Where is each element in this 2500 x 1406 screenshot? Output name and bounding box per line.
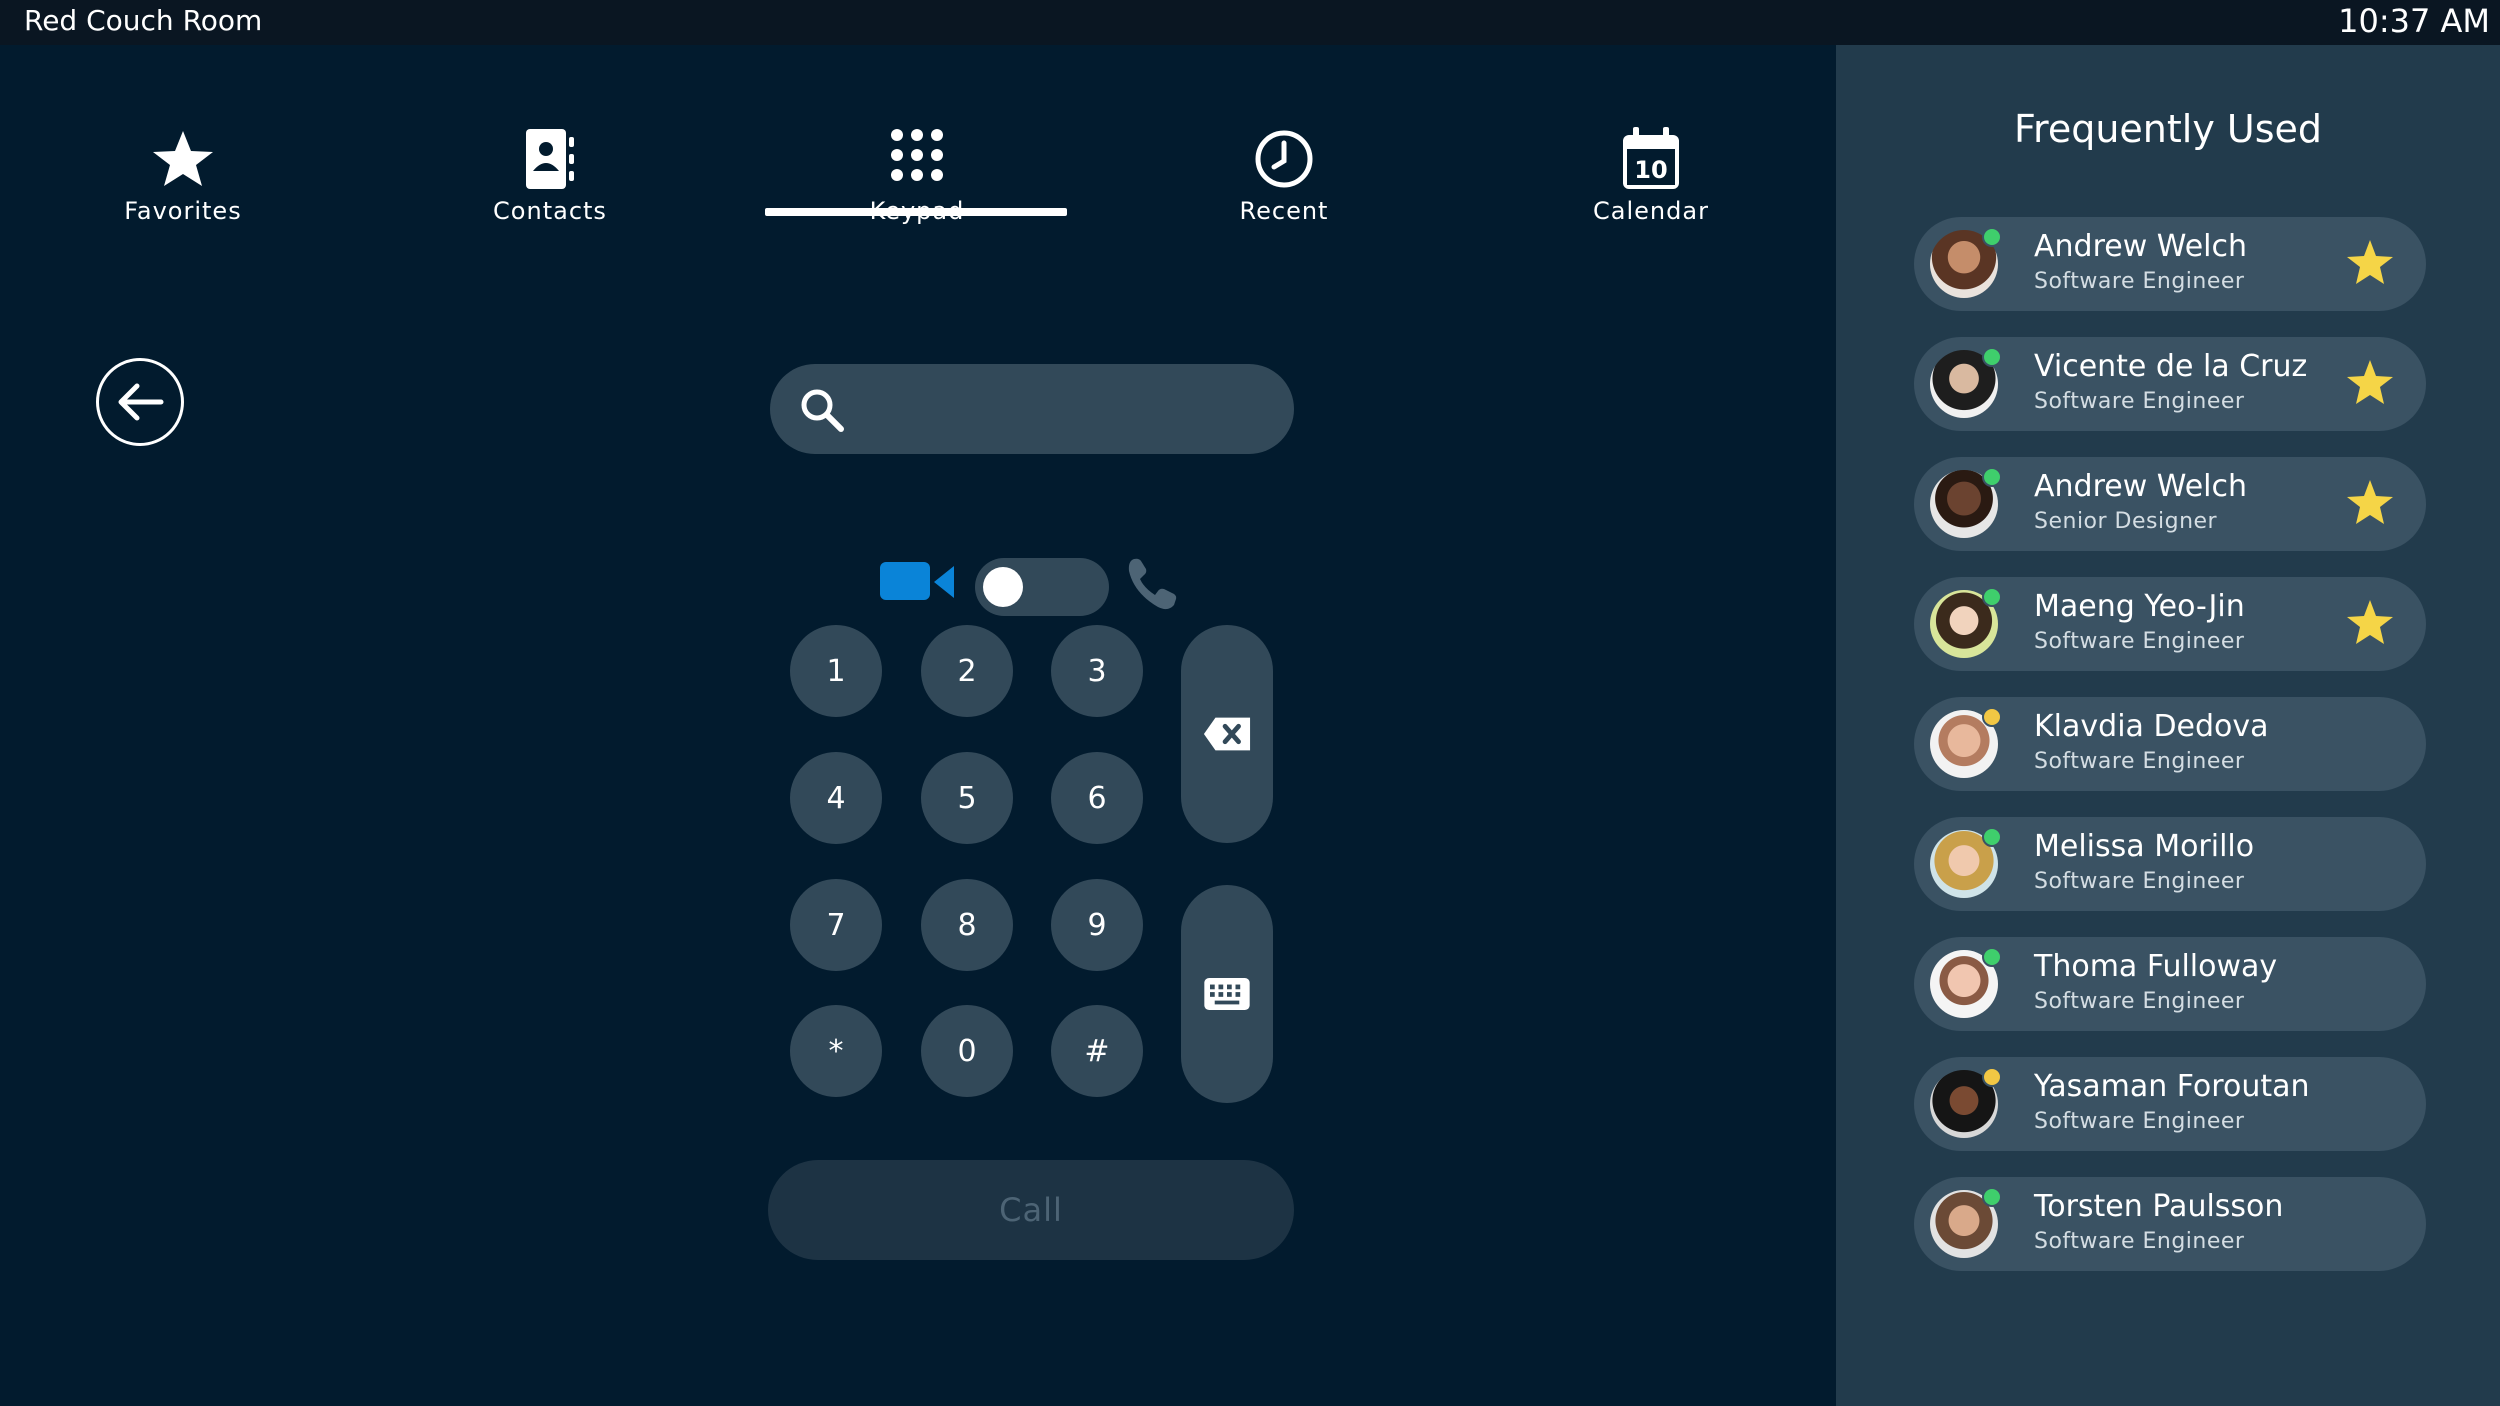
keypad-key-6[interactable]: 6 (1051, 752, 1143, 844)
presence-available-icon (1982, 1187, 2002, 1207)
presence-away-icon (1982, 707, 2002, 727)
keypad-key-4[interactable]: 4 (790, 752, 882, 844)
clock: 10:37 AM (2338, 2, 2490, 40)
main-panel: Favorites Contacts Keypad Recent (0, 45, 1836, 1406)
contact-title: Software Engineer (2034, 989, 2245, 1014)
video-camera-icon[interactable] (880, 560, 956, 604)
tab-calendar[interactable]: 10 Calendar (1501, 85, 1801, 245)
toggle-knob (983, 567, 1023, 607)
contact-title: Software Engineer (2034, 749, 2245, 774)
keypad-grid-icon (891, 129, 943, 181)
star-icon (153, 131, 213, 186)
phone-icon[interactable] (1124, 555, 1182, 613)
contact-name: Maeng Yeo-Jin (2034, 589, 2245, 624)
back-button[interactable] (96, 358, 184, 446)
dial-search-field[interactable] (770, 364, 1294, 456)
contact-name: Klavdia Dedova (2034, 709, 2269, 744)
contact-title: Software Engineer (2034, 269, 2245, 294)
presence-available-icon (1982, 347, 2002, 367)
video-audio-toggle[interactable] (975, 558, 1109, 616)
keypad-key-1[interactable]: 1 (790, 625, 882, 717)
contact-name: Yasaman Foroutan (2034, 1069, 2310, 1104)
keypad-key-8[interactable]: 8 (921, 879, 1013, 971)
contact-title: Software Engineer (2034, 869, 2245, 894)
contact-name: Melissa Morillo (2034, 829, 2255, 864)
contact-name: Torsten Paulsson (2034, 1189, 2284, 1224)
favorite-star-icon[interactable] (2344, 357, 2396, 409)
search-icon (801, 389, 844, 432)
contact-name: Andrew Welch (2034, 469, 2247, 504)
contacts-card-icon (526, 129, 574, 189)
keyboard-button[interactable] (1181, 885, 1273, 1103)
keypad-key-5[interactable]: 5 (921, 752, 1013, 844)
tab-label: Recent (1239, 197, 1329, 225)
clock-icon (1255, 130, 1313, 188)
frequently-used-panel: Frequently Used Andrew Welch Software En… (1836, 45, 2500, 1406)
contact-item[interactable]: Melissa Morillo Software Engineer (1914, 817, 2426, 911)
contact-item[interactable]: Torsten Paulsson Software Engineer (1914, 1177, 2426, 1271)
tab-label: Favorites (124, 197, 242, 225)
call-button[interactable]: Call (768, 1160, 1294, 1260)
contact-title: Software Engineer (2034, 1109, 2245, 1134)
calendar-icon: 10 (1623, 127, 1679, 189)
tab-recent[interactable]: Recent (1134, 85, 1434, 245)
calendar-day-number: 10 (1634, 156, 1667, 184)
contact-list: Andrew Welch Software Engineer Vicente d… (1914, 217, 2426, 1297)
arrow-left-icon (118, 383, 164, 421)
contact-item[interactable]: Thoma Fulloway Software Engineer (1914, 937, 2426, 1031)
backspace-icon (1203, 717, 1251, 751)
presence-available-icon (1982, 947, 2002, 967)
search-input[interactable] (860, 364, 1274, 456)
contact-name: Andrew Welch (2034, 229, 2247, 264)
keyboard-icon (1204, 977, 1250, 1011)
tab-favorites[interactable]: Favorites (33, 85, 333, 245)
keypad-key-hash[interactable]: # (1051, 1005, 1143, 1097)
backspace-button[interactable] (1181, 625, 1273, 843)
contact-item[interactable]: Vicente de la Cruz Software Engineer (1914, 337, 2426, 431)
status-bar: Red Couch Room 10:37 AM (0, 0, 2500, 45)
tab-label: Calendar (1593, 197, 1709, 225)
presence-available-icon (1982, 467, 2002, 487)
presence-available-icon (1982, 827, 2002, 847)
keypad-key-9[interactable]: 9 (1051, 879, 1143, 971)
contact-item[interactable]: Maeng Yeo-Jin Software Engineer (1914, 577, 2426, 671)
tab-label: Contacts (493, 197, 607, 225)
presence-available-icon (1982, 227, 2002, 247)
contact-item[interactable]: Yasaman Foroutan Software Engineer (1914, 1057, 2426, 1151)
contact-title: Software Engineer (2034, 629, 2245, 654)
contact-item[interactable]: Klavdia Dedova Software Engineer (1914, 697, 2426, 791)
contact-title: Software Engineer (2034, 389, 2245, 414)
favorite-star-icon[interactable] (2344, 237, 2396, 289)
presence-available-icon (1982, 587, 2002, 607)
tab-keypad[interactable]: Keypad (767, 85, 1067, 245)
contact-title: Software Engineer (2034, 1229, 2245, 1254)
presence-away-icon (1982, 1067, 2002, 1087)
keypad-key-7[interactable]: 7 (790, 879, 882, 971)
contact-name: Vicente de la Cruz (2034, 349, 2308, 384)
contact-name: Thoma Fulloway (2034, 949, 2278, 984)
contact-title: Senior Designer (2034, 509, 2218, 534)
contact-item[interactable]: Andrew Welch Senior Designer (1914, 457, 2426, 551)
keypad-key-2[interactable]: 2 (921, 625, 1013, 717)
room-name: Red Couch Room (24, 4, 263, 37)
tab-contacts[interactable]: Contacts (400, 85, 700, 245)
active-tab-indicator (765, 208, 1067, 216)
keypad-key-star[interactable]: * (790, 1005, 882, 1097)
favorite-star-icon[interactable] (2344, 597, 2396, 649)
keypad-key-3[interactable]: 3 (1051, 625, 1143, 717)
contact-item[interactable]: Andrew Welch Software Engineer (1914, 217, 2426, 311)
favorite-star-icon[interactable] (2344, 477, 2396, 529)
keypad-key-0[interactable]: 0 (921, 1005, 1013, 1097)
panel-title: Frequently Used (2013, 107, 2323, 151)
